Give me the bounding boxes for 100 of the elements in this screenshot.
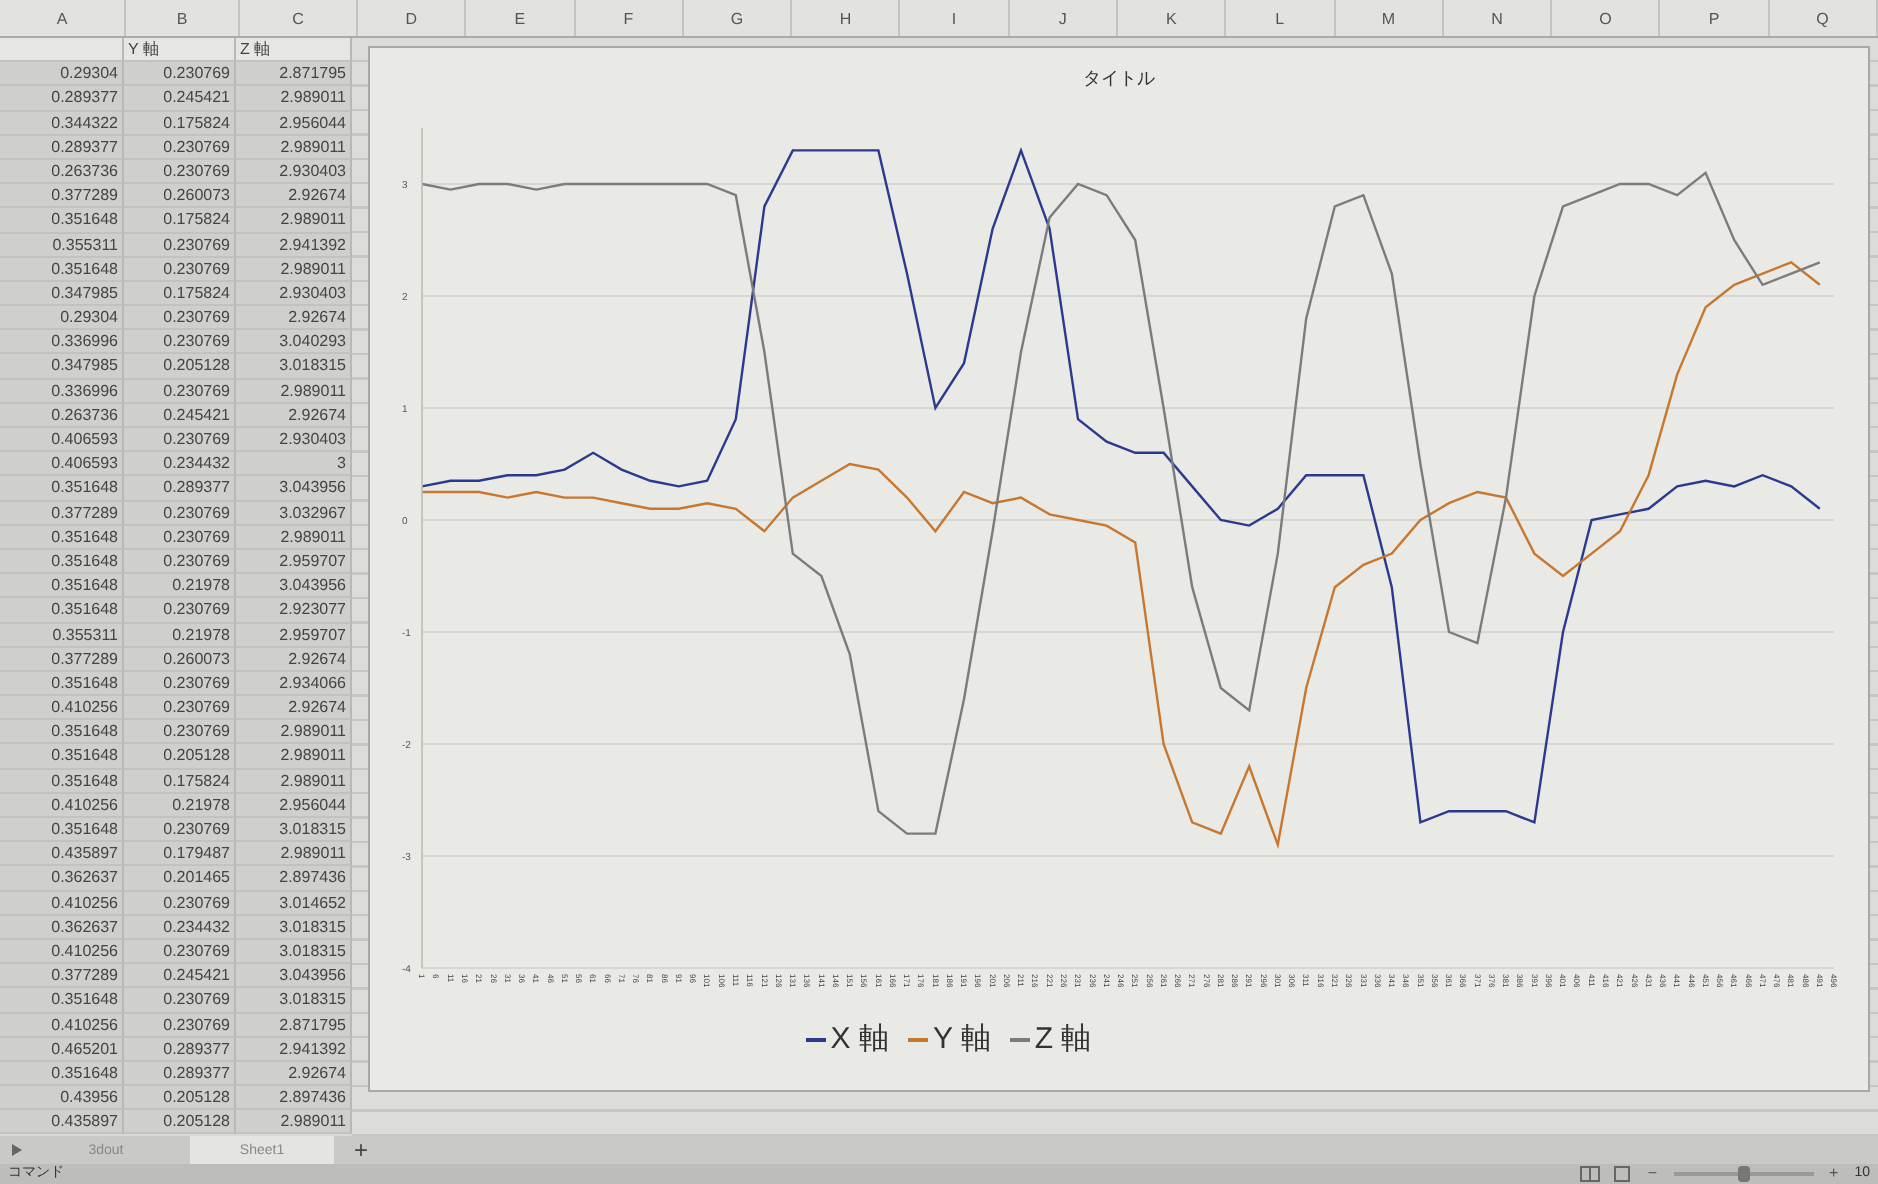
grid-view-icon[interactable] bbox=[1579, 1166, 1600, 1182]
table-cell: 0.230769 bbox=[124, 257, 236, 282]
column-header[interactable]: K bbox=[1117, 0, 1227, 36]
table-cell: 0.263736 bbox=[0, 403, 124, 428]
table-cell: 2.92674 bbox=[236, 184, 352, 209]
table-cell: 0.289377 bbox=[124, 1061, 236, 1087]
column-header[interactable]: M bbox=[1335, 0, 1444, 36]
table-cell: 0.234432 bbox=[124, 452, 236, 477]
table-cell: 0.377289 bbox=[0, 647, 124, 672]
table-cell: 0.230769 bbox=[124, 598, 236, 623]
table-cell: 3.043956 bbox=[236, 476, 352, 502]
table-cell: 2.934066 bbox=[236, 671, 352, 697]
table-cell: 2.959707 bbox=[236, 623, 352, 648]
column-header[interactable]: I bbox=[900, 0, 1010, 36]
table-cell: 0.377289 bbox=[0, 184, 124, 209]
table-cell: 0.205128 bbox=[124, 1110, 236, 1135]
legend-label: Z 軸 bbox=[1034, 1020, 1092, 1058]
column-header[interactable]: C bbox=[240, 0, 358, 36]
table-cell: 0.260073 bbox=[124, 647, 236, 672]
table-cell: 0.289377 bbox=[0, 135, 124, 160]
table-cell: 3.018315 bbox=[236, 354, 352, 380]
table-cell: 0.351648 bbox=[0, 1061, 124, 1087]
column-header[interactable]: B bbox=[126, 0, 240, 36]
column-header[interactable]: E bbox=[466, 0, 576, 36]
column-header[interactable]: H bbox=[792, 0, 901, 36]
column-header[interactable]: G bbox=[683, 0, 793, 36]
table-cell: 0.336996 bbox=[0, 379, 124, 404]
table-cell: 0.230769 bbox=[124, 330, 236, 355]
table-cell: 0.351648 bbox=[0, 744, 124, 770]
table-cell: 3.014652 bbox=[236, 891, 352, 916]
table-cell: 2.989011 bbox=[236, 720, 352, 745]
table-cell: 0.351648 bbox=[0, 720, 124, 745]
legend-label: Y 軸 bbox=[932, 1020, 991, 1058]
table-cell: 0.175824 bbox=[124, 111, 236, 136]
column-header[interactable]: A bbox=[0, 0, 126, 36]
table-cell: 0.230769 bbox=[124, 159, 236, 185]
column-header[interactable]: Q bbox=[1769, 0, 1878, 36]
table-cell: 2.92674 bbox=[236, 1061, 352, 1087]
chart-title: タイトル bbox=[1083, 66, 1155, 92]
table-cell: 0.351648 bbox=[0, 208, 124, 233]
column-header[interactable]: O bbox=[1552, 0, 1661, 36]
table-cell: 0.465201 bbox=[0, 1037, 124, 1062]
table-cell: 0.230769 bbox=[124, 891, 236, 916]
table-cell: 2.989011 bbox=[236, 86, 352, 112]
table-cell: 2.989011 bbox=[236, 769, 352, 794]
table-cell: 0.21978 bbox=[124, 623, 236, 648]
zoom-in-button[interactable]: + bbox=[1825, 1164, 1843, 1184]
zoom-out-button[interactable]: − bbox=[1643, 1164, 1662, 1184]
page-view-icon[interactable] bbox=[1611, 1166, 1632, 1182]
table-cell: 2.989011 bbox=[236, 379, 352, 404]
column-header[interactable]: D bbox=[358, 0, 467, 36]
table-cell: 0.351648 bbox=[0, 988, 124, 1013]
table-cell: 0.175824 bbox=[124, 208, 236, 233]
table-cell: 0.260073 bbox=[124, 184, 236, 209]
table-cell: 0.230769 bbox=[124, 428, 236, 453]
table-cell: 2.989011 bbox=[236, 135, 352, 160]
table-cell: 0.362637 bbox=[0, 915, 124, 940]
table-cell: 0.230769 bbox=[124, 501, 236, 526]
column-header[interactable]: F bbox=[575, 0, 684, 36]
add-sheet-button[interactable]: + bbox=[346, 1138, 377, 1162]
play-arrow-icon[interactable] bbox=[12, 1144, 22, 1156]
table-cell: 0.230769 bbox=[124, 696, 236, 721]
table-cell: 3 bbox=[236, 452, 352, 477]
table-cell: 2.941392 bbox=[236, 1037, 352, 1062]
table-cell: 0.175824 bbox=[124, 281, 236, 307]
table-cell: 0.410256 bbox=[0, 1013, 124, 1038]
table-cell: 0.406593 bbox=[0, 452, 124, 477]
table-cell: 2.989011 bbox=[236, 525, 352, 550]
table-cell: 0.351648 bbox=[0, 671, 124, 697]
table-cell: 0.362637 bbox=[0, 866, 124, 892]
table-cell: 0.43956 bbox=[0, 1086, 124, 1111]
chart-panel[interactable] bbox=[368, 46, 1870, 1092]
table-cell: 0.29304 bbox=[0, 306, 124, 331]
table-cell: 0.347985 bbox=[0, 281, 124, 307]
table-cell: 0.245421 bbox=[124, 86, 236, 112]
table-cell: 3.018315 bbox=[236, 915, 352, 940]
table-cell: 0.289377 bbox=[124, 1037, 236, 1062]
table-cell: 2.871795 bbox=[236, 62, 352, 87]
table-cell: 2.923077 bbox=[236, 598, 352, 623]
table-cell: 0.289377 bbox=[124, 476, 236, 502]
column-header[interactable]: P bbox=[1660, 0, 1770, 36]
table-cell: 0.230769 bbox=[124, 233, 236, 258]
table-cell: 0.351648 bbox=[0, 598, 124, 623]
table-cell: 3.018315 bbox=[236, 988, 352, 1013]
table-cell: 0.205128 bbox=[124, 744, 236, 770]
table-cell: 0.230769 bbox=[124, 1013, 236, 1038]
table-cell: 0.289377 bbox=[0, 86, 124, 112]
table-cell: 0.230769 bbox=[124, 818, 236, 843]
column-header[interactable]: N bbox=[1443, 0, 1553, 36]
table-cell: 0.205128 bbox=[124, 1086, 236, 1111]
column-header[interactable]: J bbox=[1009, 0, 1118, 36]
table-cell: 2.930403 bbox=[236, 428, 352, 453]
column-header[interactable]: L bbox=[1226, 0, 1336, 36]
table-cell: 2.956044 bbox=[236, 793, 352, 818]
table-cell: 0.344322 bbox=[0, 111, 124, 136]
legend-label: X 軸 bbox=[830, 1020, 889, 1058]
table-cell: 3.043956 bbox=[236, 964, 352, 989]
table-cell: 3.018315 bbox=[236, 939, 352, 965]
slider-thumb[interactable] bbox=[1737, 1166, 1750, 1182]
table-cell: 0.355311 bbox=[0, 233, 124, 258]
